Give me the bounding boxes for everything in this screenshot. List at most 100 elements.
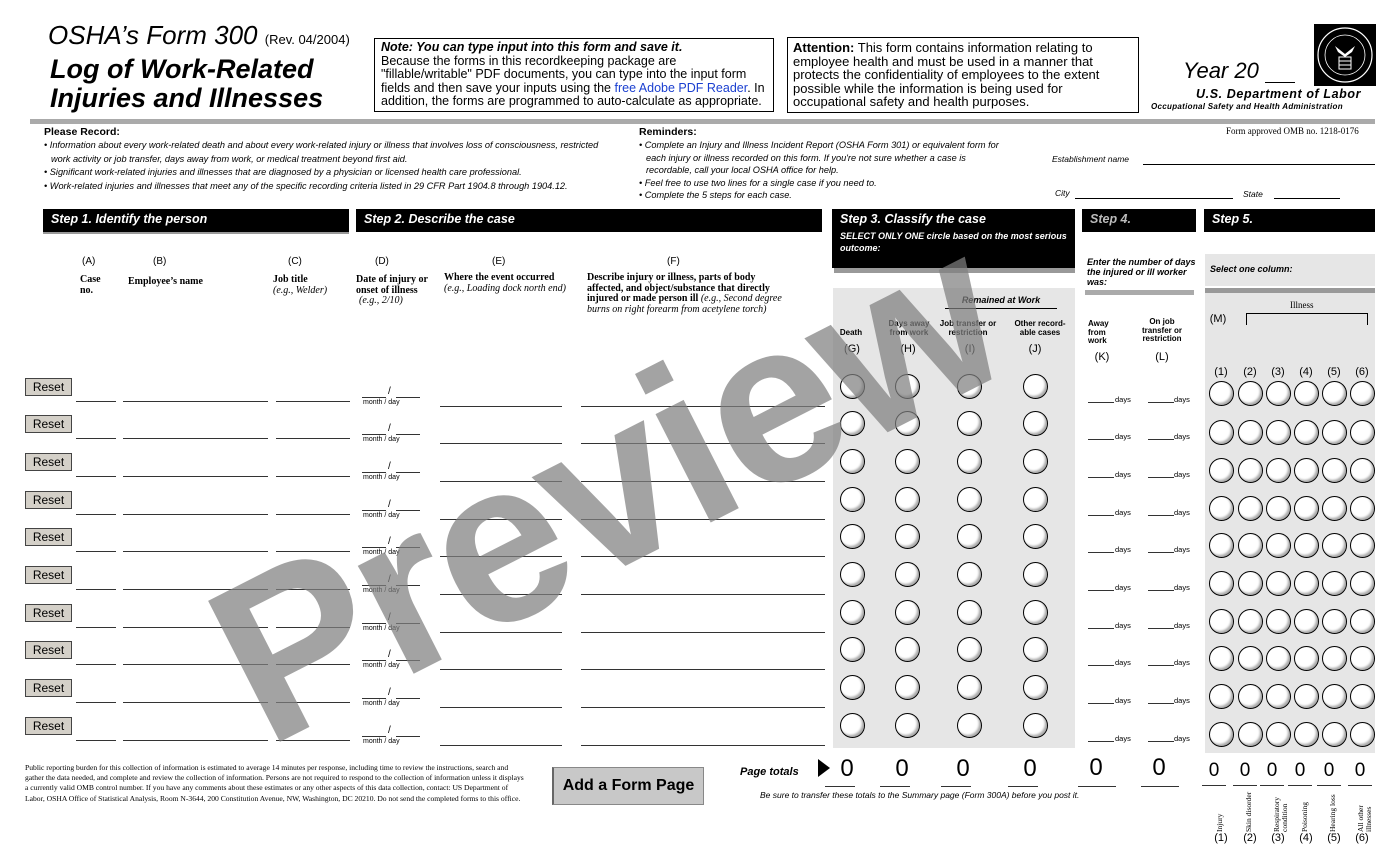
job-title-input[interactable] xyxy=(276,589,350,590)
classify-h-radio[interactable] xyxy=(895,449,920,474)
month-input[interactable] xyxy=(362,434,386,435)
injury-type-4-radio[interactable] xyxy=(1294,420,1319,445)
days-away-input[interactable] xyxy=(1088,552,1114,553)
days-transfer-input[interactable] xyxy=(1148,439,1174,440)
where-occurred-input[interactable] xyxy=(440,519,562,520)
classify-i-radio[interactable] xyxy=(957,449,982,474)
injury-type-1-radio[interactable] xyxy=(1209,496,1234,521)
injury-type-1-radio[interactable] xyxy=(1209,722,1234,747)
describe-injury-input[interactable] xyxy=(581,406,825,407)
injury-type-2-radio[interactable] xyxy=(1238,420,1263,445)
classify-h-radio[interactable] xyxy=(895,524,920,549)
month-input[interactable] xyxy=(362,736,386,737)
month-input[interactable] xyxy=(362,510,386,511)
classify-g-radio[interactable] xyxy=(840,524,865,549)
employee-name-input[interactable] xyxy=(123,627,268,628)
job-title-input[interactable] xyxy=(276,551,350,552)
reset-button[interactable]: Reset xyxy=(25,528,72,546)
injury-type-2-radio[interactable] xyxy=(1238,609,1263,634)
injury-type-3-radio[interactable] xyxy=(1266,420,1291,445)
describe-injury-input[interactable] xyxy=(581,669,825,670)
injury-type-4-radio[interactable] xyxy=(1294,571,1319,596)
injury-type-3-radio[interactable] xyxy=(1266,722,1291,747)
injury-type-1-radio[interactable] xyxy=(1209,533,1234,558)
classify-g-radio[interactable] xyxy=(840,449,865,474)
injury-type-4-radio[interactable] xyxy=(1294,496,1319,521)
classify-j-radio[interactable] xyxy=(1023,600,1048,625)
case-no-input[interactable] xyxy=(76,476,116,477)
injury-type-6-radio[interactable] xyxy=(1350,646,1375,671)
day-input[interactable] xyxy=(396,510,420,511)
where-occurred-input[interactable] xyxy=(440,707,562,708)
describe-injury-input[interactable] xyxy=(581,594,825,595)
injury-type-5-radio[interactable] xyxy=(1322,420,1347,445)
classify-h-radio[interactable] xyxy=(895,487,920,512)
injury-type-4-radio[interactable] xyxy=(1294,646,1319,671)
classify-i-radio[interactable] xyxy=(957,562,982,587)
case-no-input[interactable] xyxy=(76,740,116,741)
describe-injury-input[interactable] xyxy=(581,707,825,708)
days-transfer-input[interactable] xyxy=(1148,590,1174,591)
case-no-input[interactable] xyxy=(76,514,116,515)
classify-h-radio[interactable] xyxy=(895,675,920,700)
injury-type-2-radio[interactable] xyxy=(1238,381,1263,406)
injury-type-4-radio[interactable] xyxy=(1294,722,1319,747)
injury-type-5-radio[interactable] xyxy=(1322,533,1347,558)
reset-button[interactable]: Reset xyxy=(25,641,72,659)
injury-type-2-radio[interactable] xyxy=(1238,646,1263,671)
add-form-page-button[interactable]: Add a Form Page xyxy=(552,767,704,805)
job-title-input[interactable] xyxy=(276,702,350,703)
establishment-name-input[interactable] xyxy=(1143,164,1375,165)
injury-type-1-radio[interactable] xyxy=(1209,646,1234,671)
classify-j-radio[interactable] xyxy=(1023,675,1048,700)
where-occurred-input[interactable] xyxy=(440,406,562,407)
adobe-reader-link[interactable]: free Adobe PDF Reader xyxy=(614,81,747,95)
describe-injury-input[interactable] xyxy=(581,443,825,444)
describe-injury-input[interactable] xyxy=(581,632,825,633)
job-title-input[interactable] xyxy=(276,476,350,477)
days-transfer-input[interactable] xyxy=(1148,402,1174,403)
day-input[interactable] xyxy=(396,736,420,737)
job-title-input[interactable] xyxy=(276,401,350,402)
classify-h-radio[interactable] xyxy=(895,600,920,625)
employee-name-input[interactable] xyxy=(123,401,268,402)
days-away-input[interactable] xyxy=(1088,515,1114,516)
reset-button[interactable]: Reset xyxy=(25,415,72,433)
case-no-input[interactable] xyxy=(76,664,116,665)
injury-type-3-radio[interactable] xyxy=(1266,533,1291,558)
injury-type-1-radio[interactable] xyxy=(1209,571,1234,596)
days-away-input[interactable] xyxy=(1088,741,1114,742)
injury-type-2-radio[interactable] xyxy=(1238,496,1263,521)
where-occurred-input[interactable] xyxy=(440,632,562,633)
classify-i-radio[interactable] xyxy=(957,675,982,700)
classify-j-radio[interactable] xyxy=(1023,562,1048,587)
classify-g-radio[interactable] xyxy=(840,411,865,436)
day-input[interactable] xyxy=(396,397,420,398)
classify-g-radio[interactable] xyxy=(840,374,865,399)
injury-type-6-radio[interactable] xyxy=(1350,722,1375,747)
injury-type-6-radio[interactable] xyxy=(1350,458,1375,483)
case-no-input[interactable] xyxy=(76,401,116,402)
employee-name-input[interactable] xyxy=(123,476,268,477)
job-title-input[interactable] xyxy=(276,740,350,741)
reset-button[interactable]: Reset xyxy=(25,453,72,471)
day-input[interactable] xyxy=(396,623,420,624)
job-title-input[interactable] xyxy=(276,664,350,665)
reset-button[interactable]: Reset xyxy=(25,604,72,622)
classify-j-radio[interactable] xyxy=(1023,374,1048,399)
reset-button[interactable]: Reset xyxy=(25,566,72,584)
classify-j-radio[interactable] xyxy=(1023,637,1048,662)
classify-g-radio[interactable] xyxy=(840,600,865,625)
injury-type-4-radio[interactable] xyxy=(1294,609,1319,634)
days-away-input[interactable] xyxy=(1088,665,1114,666)
day-input[interactable] xyxy=(396,698,420,699)
injury-type-2-radio[interactable] xyxy=(1238,684,1263,709)
month-input[interactable] xyxy=(362,585,386,586)
days-transfer-input[interactable] xyxy=(1148,628,1174,629)
injury-type-4-radio[interactable] xyxy=(1294,458,1319,483)
injury-type-2-radio[interactable] xyxy=(1238,571,1263,596)
injury-type-1-radio[interactable] xyxy=(1209,420,1234,445)
injury-type-3-radio[interactable] xyxy=(1266,609,1291,634)
classify-g-radio[interactable] xyxy=(840,675,865,700)
days-transfer-input[interactable] xyxy=(1148,665,1174,666)
